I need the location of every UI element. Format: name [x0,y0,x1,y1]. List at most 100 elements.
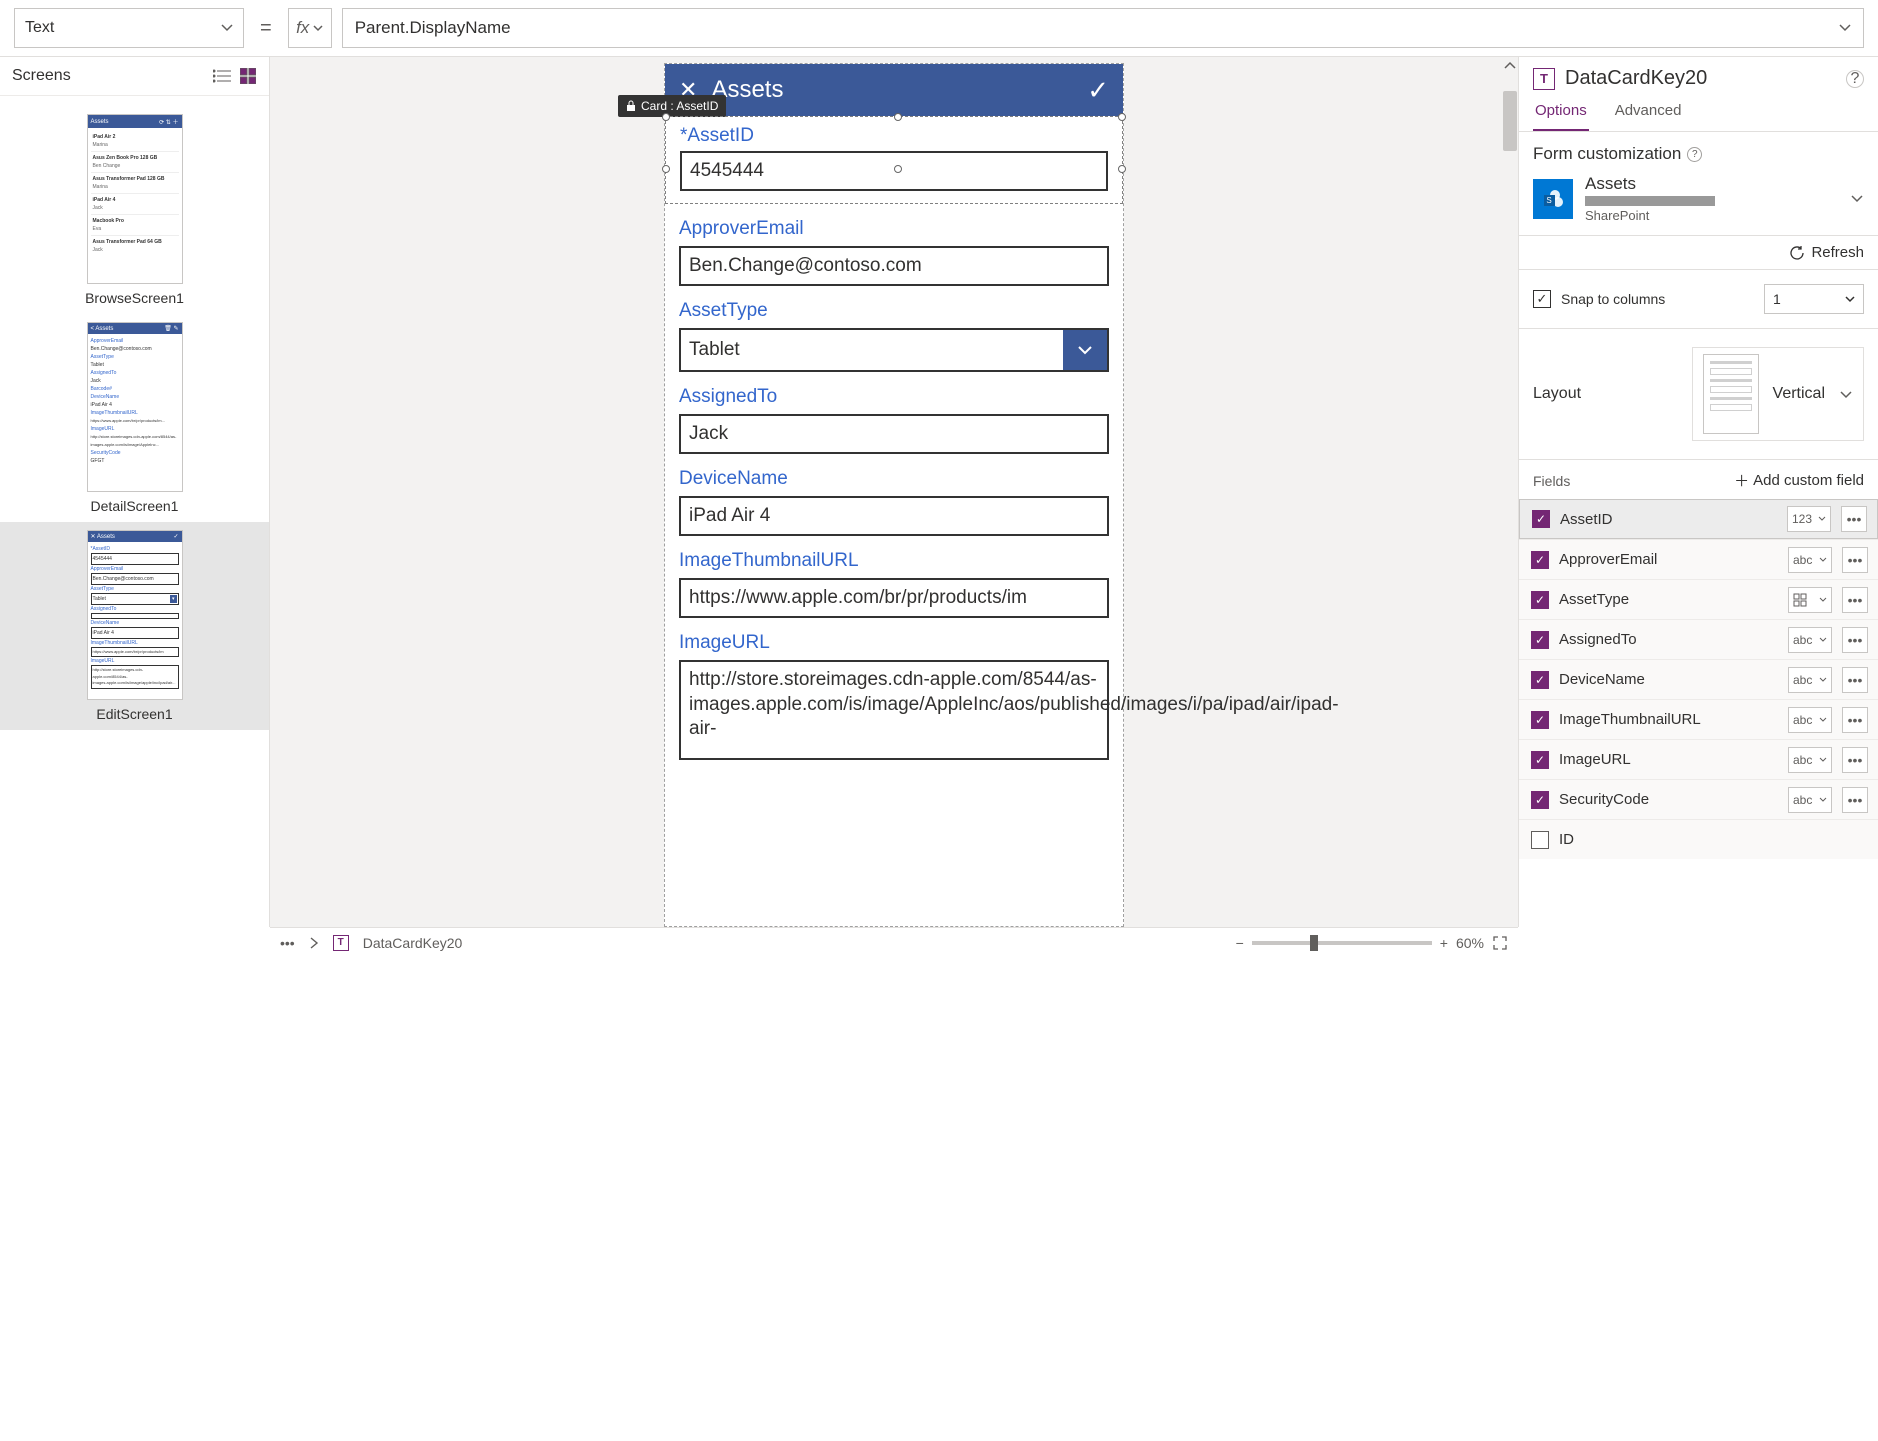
field-more-button[interactable]: ••• [1842,587,1868,613]
svg-text:S: S [1546,196,1551,205]
field-row[interactable]: ✓ AssetID 123 ••• [1519,499,1878,539]
canvas[interactable]: Card : AssetID ✕ Assets ✓ *AssetID 45454… [270,57,1518,927]
zoom-controls: − + 60% [1236,935,1508,951]
tab-options[interactable]: Options [1533,96,1589,131]
field-checkbox[interactable]: ✓ [1531,671,1549,689]
chevron-down-icon[interactable] [1839,390,1853,399]
field-more-button[interactable]: ••• [1842,627,1868,653]
devicename-input[interactable]: iPad Air 4 [679,496,1109,536]
control-type-icon: T [1533,68,1555,90]
field-more-button[interactable]: ••• [1841,506,1867,532]
field-type-dropdown[interactable]: abc [1788,667,1832,693]
field-row[interactable]: ✓ApproverEmailabc••• [1519,539,1878,579]
field-type-dropdown[interactable]: abc [1788,627,1832,653]
field-label: AssignedTo [679,386,1109,408]
assettype-dropdown[interactable]: Tablet [679,328,1109,372]
field-row[interactable]: ID [1519,819,1878,859]
property-label: Text [25,19,54,37]
chevron-down-icon [1850,194,1864,203]
field-more-button[interactable]: ••• [1842,547,1868,573]
field-name-label: AssetID [1560,511,1777,528]
field-more-button[interactable]: ••• [1842,707,1868,733]
breadcrumb[interactable]: DataCardKey20 [363,935,463,951]
layout-row: Layout Vertical [1519,329,1878,460]
field-checkbox[interactable] [1531,831,1549,849]
field-label: ImageThumbnailURL [679,550,1109,572]
tab-advanced[interactable]: Advanced [1613,96,1684,131]
screen-thumb-browsescreen1[interactable]: Assets⟳ ⇅ ＋ iPad Air 2Marina Asus Zen Bo… [0,106,269,314]
fx-button[interactable]: fx [288,8,332,48]
card-imagethumbnailurl[interactable]: ImageThumbnailURL https://www.apple.com/… [665,550,1123,618]
list-view-icon[interactable] [213,67,231,85]
field-type-dropdown[interactable]: abc [1788,707,1832,733]
property-dropdown[interactable]: Text [14,8,244,48]
field-name-label: DeviceName [1559,671,1778,688]
field-checkbox[interactable]: ✓ [1531,791,1549,809]
field-type-dropdown[interactable]: abc [1788,787,1832,813]
columns-select[interactable]: 1 [1764,284,1864,314]
refresh-row[interactable]: Refresh [1519,236,1878,270]
field-checkbox[interactable]: ✓ [1531,711,1549,729]
snap-checkbox[interactable]: ✓ [1533,290,1551,308]
field-more-button[interactable]: ••• [1842,747,1868,773]
add-custom-field[interactable]: ＋ Add custom field [1734,470,1864,491]
field-type-dropdown[interactable]: abc [1788,747,1832,773]
sharepoint-icon: S [1533,179,1573,219]
field-type-dropdown[interactable]: abc [1788,547,1832,573]
field-more-button[interactable]: ••• [1842,667,1868,693]
card-approveremail[interactable]: ApproverEmail Ben.Change@contoso.com [665,218,1123,286]
field-checkbox[interactable]: ✓ [1531,591,1549,609]
screens-header: Screens [0,57,269,96]
field-checkbox[interactable]: ✓ [1531,751,1549,769]
screen-thumb-editscreen1[interactable]: ✕ Assets✓ *AssetID4545444ApproverEmailBe… [0,522,269,730]
card-devicename[interactable]: DeviceName iPad Air 4 [665,468,1123,536]
field-name-label: AssetType [1559,591,1778,608]
card-imageurl[interactable]: ImageURL http://store.storeimages.cdn-ap… [665,632,1123,760]
control-type-icon: T [333,935,349,951]
zoom-in-icon[interactable]: + [1440,935,1448,951]
field-row[interactable]: ✓ ImageURL abc ••• [1519,739,1878,779]
screen-thumb-detailscreen1[interactable]: < Assets🗑 ✎ ApproverEmailBen.Change@cont… [0,314,269,522]
help-icon[interactable]: ? [1687,147,1702,162]
field-checkbox[interactable]: ✓ [1531,551,1549,569]
layout-thumb [1703,354,1759,434]
zoom-out-icon[interactable]: − [1236,935,1244,951]
more-icon[interactable]: ••• [280,935,295,951]
field-type-dropdown[interactable]: 123 [1787,506,1831,532]
card-assignedto[interactable]: AssignedTo Jack [665,386,1123,454]
thumburl-input[interactable]: https://www.apple.com/br/pr/products/im [679,578,1109,618]
field-label: AssetType [679,300,1109,322]
grid-view-icon[interactable] [239,67,257,85]
scrollbar-thumb[interactable] [1503,91,1517,151]
field-row[interactable]: ✓AssignedToabc••• [1519,619,1878,659]
chevron-up-icon[interactable] [1503,61,1517,71]
field-checkbox[interactable]: ✓ [1532,510,1550,528]
zoom-slider[interactable] [1252,941,1432,945]
field-row[interactable]: ✓ImageThumbnailURLabc••• [1519,699,1878,739]
field-row[interactable]: ✓ DeviceName abc ••• [1519,659,1878,699]
submit-icon[interactable]: ✓ [1087,75,1109,106]
field-name-label: ImageURL [1559,751,1778,768]
help-icon[interactable]: ? [1846,70,1864,88]
field-row[interactable]: ✓SecurityCodeabc••• [1519,779,1878,819]
field-more-button[interactable]: ••• [1842,787,1868,813]
assignedto-input[interactable]: Jack [679,414,1109,454]
snap-label: Snap to columns [1561,291,1665,307]
data-source-row[interactable]: S Assets SharePoint [1533,174,1864,223]
chevron-right-icon[interactable] [309,937,319,949]
properties-header: T DataCardKey20 ? [1519,57,1878,96]
field-checkbox[interactable]: ✓ [1531,631,1549,649]
layout-value: Vertical [1773,385,1825,403]
canvas-scrollbar[interactable] [1502,57,1518,927]
field-row[interactable]: ✓ AssetType ••• [1519,579,1878,619]
imageurl-input[interactable]: http://store.storeimages.cdn-apple.com/8… [679,660,1109,760]
main-area: Screens Assets⟳ ⇅ ＋ iPad Air 2Marina Asu… [0,57,1878,927]
card-assetid[interactable]: *AssetID 4545444 [665,116,1123,204]
card-assettype[interactable]: AssetType Tablet [665,300,1123,372]
chevron-down-icon [1839,24,1851,32]
formula-input[interactable]: Parent.DisplayName [342,8,1864,48]
field-type-dropdown[interactable] [1788,587,1832,613]
field-label: ImageURL [679,632,1109,654]
approveremail-input[interactable]: Ben.Change@contoso.com [679,246,1109,286]
fit-to-screen-icon[interactable] [1492,935,1508,951]
